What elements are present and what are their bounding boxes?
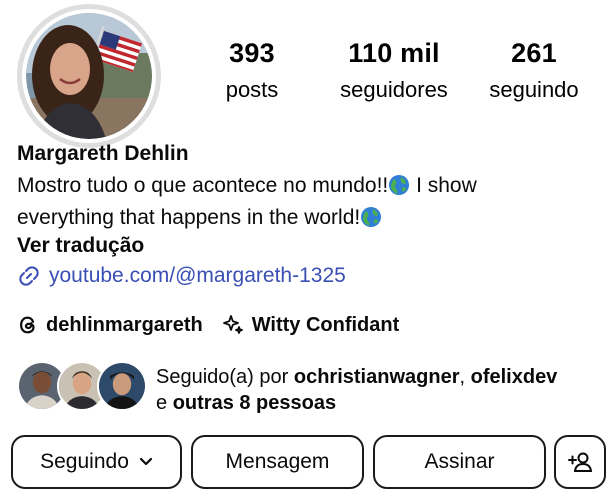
mutual-user-2: ofelixdev [470, 366, 558, 388]
followers-count: 110 mil [348, 38, 440, 68]
profile-header: 393 posts 110 mil seguidores 261 seguind… [0, 0, 611, 495]
profile-avatar [26, 13, 152, 139]
profile-name: Margareth Dehlin [17, 142, 189, 165]
following-stat[interactable]: 261 seguindo [482, 38, 586, 103]
subscribe-button[interactable]: Assinar [373, 435, 546, 489]
followed-by-text[interactable]: Seguido(a) por ochristianwagner, ofelixd… [156, 364, 606, 416]
followed-by-connector: e [156, 392, 173, 414]
posts-count: 393 [229, 38, 275, 68]
following-count: 261 [511, 38, 557, 68]
following-button[interactable]: Seguindo [11, 435, 182, 489]
bio-line1b: I show [410, 174, 477, 197]
badge-label[interactable]: Witty Confidant [252, 314, 400, 337]
see-translation-link[interactable]: Ver tradução [17, 234, 144, 258]
link-icon [19, 266, 39, 286]
following-button-label: Seguindo [40, 450, 129, 473]
bio-line2: everything that happens in the world! [17, 206, 361, 229]
separator: , [459, 366, 471, 388]
threads-badge-row: dehlinmargareth Witty Confidant [17, 313, 399, 337]
link-text: youtube.com/@margareth-1325 [49, 264, 346, 287]
globe-emoji-icon [361, 207, 382, 227]
mutual-user-1: ochristianwagner [293, 366, 460, 388]
message-button[interactable]: Mensagem [191, 435, 364, 489]
subscribe-button-label: Assinar [424, 450, 495, 473]
message-button-label: Mensagem [225, 450, 330, 473]
profile-link[interactable]: youtube.com/@margareth-1325 [17, 264, 346, 288]
globe-emoji-icon [389, 175, 410, 195]
posts-stat[interactable]: 393 posts [212, 38, 292, 103]
profile-bio: Mostro tudo o que acontece no mundo!! I … [17, 170, 597, 234]
mutual-avatar [97, 361, 147, 411]
followers-label: seguidores [340, 77, 448, 102]
bio-line1: Mostro tudo o que acontece no mundo!! [17, 174, 389, 197]
mutual-followers-avatars[interactable] [17, 361, 147, 413]
following-label: seguindo [489, 77, 579, 102]
followed-by-prefix: Seguido(a) por [156, 366, 294, 388]
mutual-others: outras 8 pessoas [172, 392, 337, 414]
posts-label: posts [225, 77, 279, 102]
profile-avatar-ring[interactable] [17, 4, 161, 148]
sparkle-icon [221, 313, 245, 337]
threads-handle[interactable]: dehlinmargareth [46, 314, 203, 337]
chevron-down-icon [139, 457, 152, 466]
threads-icon [17, 314, 39, 336]
suggest-users-button[interactable] [554, 435, 606, 489]
add-user-icon [568, 452, 593, 472]
followers-stat[interactable]: 110 mil seguidores [332, 38, 456, 103]
